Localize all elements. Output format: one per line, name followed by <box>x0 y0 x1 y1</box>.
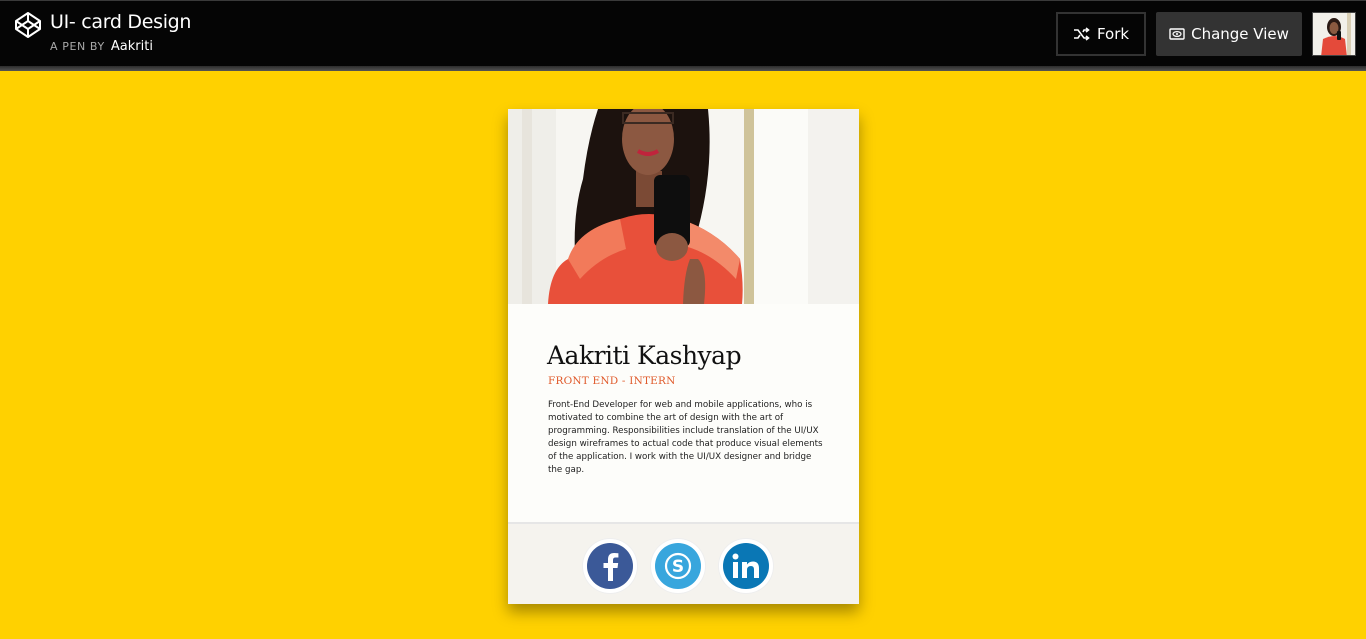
byline-prefix: A PEN BY <box>50 40 105 53</box>
pen-byline: A PEN BY Aakriti <box>50 39 153 54</box>
facebook-icon <box>603 553 619 581</box>
codepen-header: UI- card Design A PEN BY Aakriti Fork Ch… <box>0 0 1366 66</box>
fork-icon <box>1073 27 1090 41</box>
change-view-label: Change View <box>1191 25 1289 43</box>
eye-icon <box>1169 28 1185 40</box>
profile-name: Aakriti Kashyap <box>547 341 742 370</box>
profile-card: Aakriti Kashyap FRONT END - INTERN Front… <box>508 109 859 604</box>
user-avatar[interactable] <box>1312 12 1356 56</box>
skype-button[interactable]: S <box>651 539 705 593</box>
profile-role: FRONT END - INTERN <box>548 375 676 387</box>
facebook-button[interactable] <box>583 539 637 593</box>
social-footer: S <box>508 522 859 604</box>
header-divider <box>0 66 1366 71</box>
linkedin-button[interactable] <box>719 539 773 593</box>
fork-button[interactable]: Fork <box>1056 12 1146 56</box>
profile-photo <box>508 109 859 304</box>
change-view-button[interactable]: Change View <box>1156 12 1302 56</box>
svg-text:S: S <box>672 557 684 577</box>
fork-label: Fork <box>1096 25 1130 43</box>
codepen-logo-icon[interactable] <box>14 11 42 39</box>
linkedin-icon <box>732 553 759 578</box>
skype-icon: S <box>664 552 692 580</box>
pen-title[interactable]: UI- card Design <box>50 11 191 33</box>
profile-bio: Front-End Developer for web and mobile a… <box>548 400 823 476</box>
author-link[interactable]: Aakriti <box>111 39 153 54</box>
